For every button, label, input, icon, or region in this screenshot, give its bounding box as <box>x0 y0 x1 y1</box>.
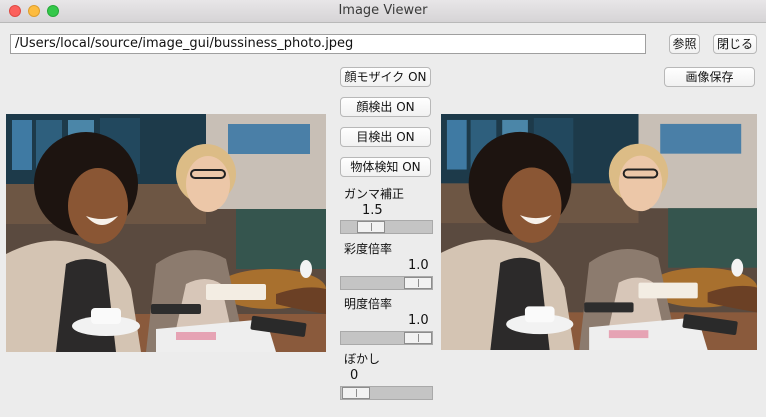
close-button[interactable]: 閉じる <box>713 34 757 54</box>
blur-slider[interactable] <box>340 386 433 400</box>
save-image-button[interactable]: 画像保存 <box>664 67 755 87</box>
window-title: Image Viewer <box>338 3 428 18</box>
brightness-value: 1.0 <box>408 313 429 328</box>
saturation-slider[interactable] <box>340 276 433 290</box>
original-photo-icon <box>6 114 326 352</box>
blur-label: ぼかし <box>344 352 381 366</box>
gamma-label: ガンマ補正 <box>344 187 405 201</box>
gamma-slider-thumb[interactable] <box>357 221 385 233</box>
file-path-input[interactable]: /Users/local/source/image_gui/bussiness_… <box>10 34 646 54</box>
gamma-slider[interactable] <box>340 220 433 234</box>
object-detect-button[interactable]: 物体検知 ON <box>340 157 431 177</box>
processed-photo-icon <box>441 114 757 350</box>
face-detect-button[interactable]: 顔検出 ON <box>340 97 431 117</box>
saturation-value: 1.0 <box>408 258 429 273</box>
blur-slider-thumb[interactable] <box>342 387 370 399</box>
face-mosaic-button[interactable]: 顔モザイク ON <box>340 67 431 87</box>
blur-value: 0 <box>350 368 359 383</box>
gamma-value: 1.5 <box>362 203 383 218</box>
saturation-label: 彩度倍率 <box>344 242 393 256</box>
processed-image <box>441 114 757 350</box>
eye-detect-button[interactable]: 目検出 ON <box>340 127 431 147</box>
brightness-slider[interactable] <box>340 331 433 345</box>
saturation-slider-thumb[interactable] <box>404 277 432 289</box>
brightness-label: 明度倍率 <box>344 297 393 311</box>
browse-button[interactable]: 参照 <box>669 34 700 54</box>
original-image <box>6 114 326 352</box>
brightness-slider-thumb[interactable] <box>404 332 432 344</box>
title-bar: Image Viewer <box>0 0 766 23</box>
